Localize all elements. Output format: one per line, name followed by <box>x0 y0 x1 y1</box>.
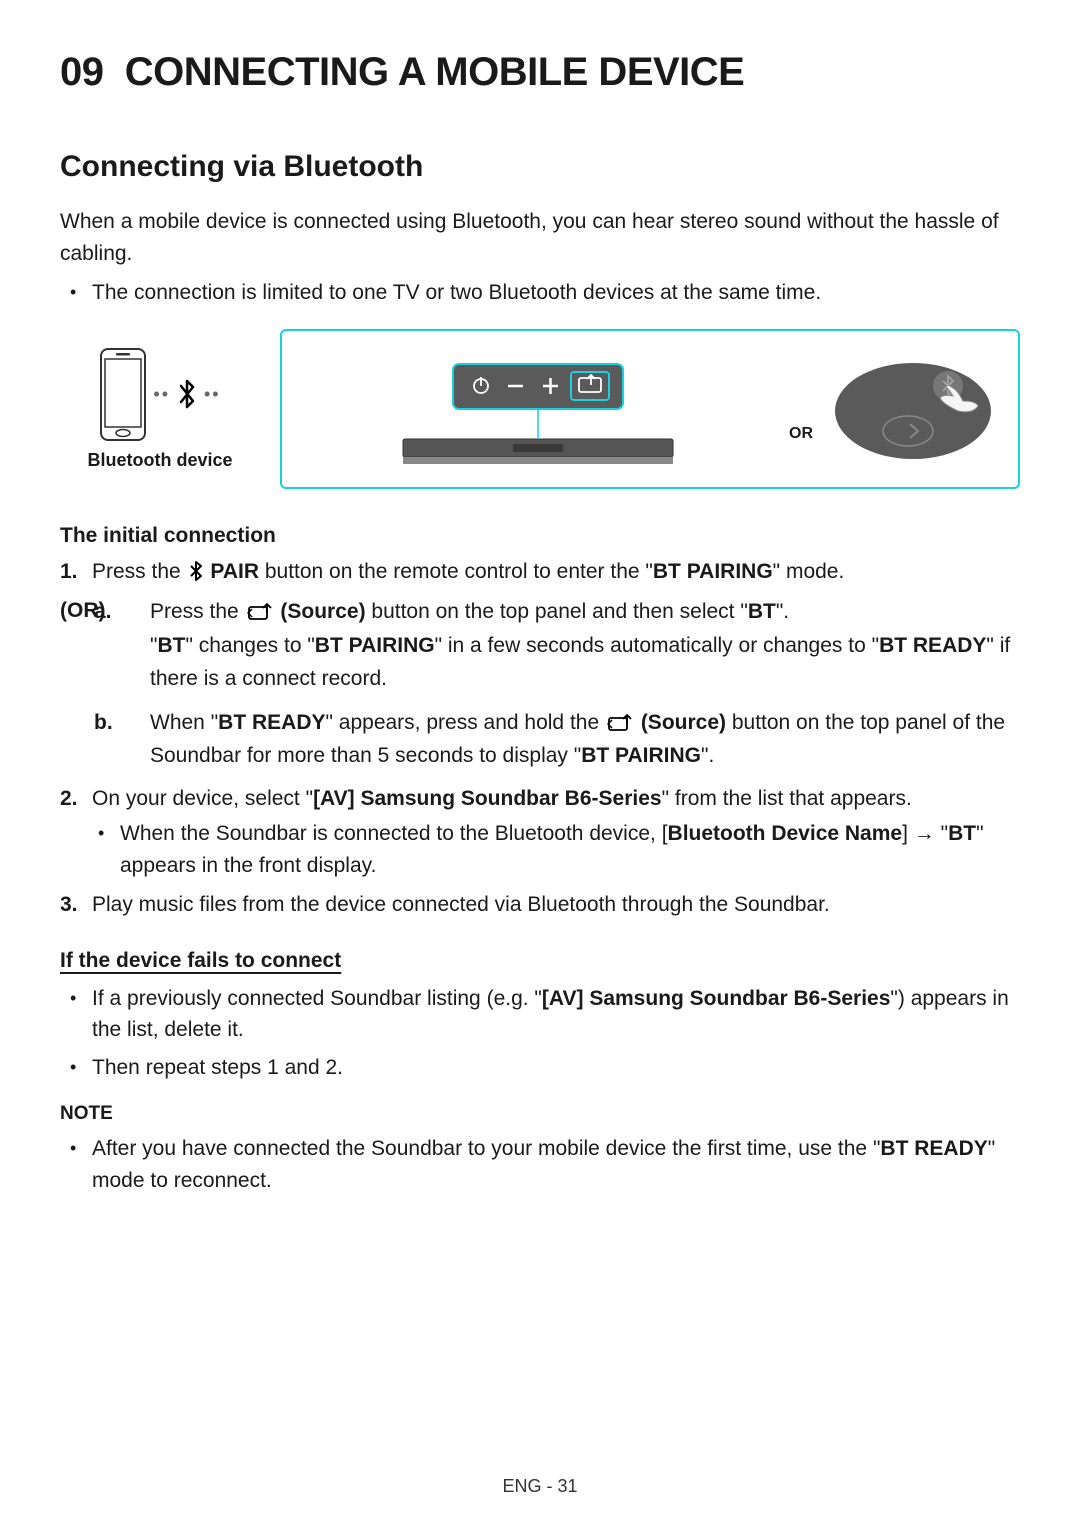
or-block: (OR) a. Press the (Source) button on the… <box>122 595 1020 773</box>
step-a: a. Press the (Source) button on the top … <box>122 595 1020 696</box>
step-3: 3. Play music files from the device conn… <box>92 889 1020 921</box>
bluetooth-icon <box>189 561 203 581</box>
connection-diagram: •• •• Bluetooth device <box>60 329 1020 489</box>
bluetooth-icon <box>176 379 198 409</box>
soundbar-illustration <box>393 354 683 474</box>
note-item-1: After you have connected the Soundbar to… <box>92 1133 1020 1196</box>
note-heading: NOTE <box>60 1103 1020 1125</box>
bt-device-label: Bluetooth device <box>60 450 260 471</box>
source-icon <box>607 714 633 732</box>
fails-item-1: If a previously connected Soundbar listi… <box>92 983 1020 1046</box>
step-b: b. When "BT READY" appears, press and ho… <box>122 706 1020 773</box>
step-1: 1. Press the PAIR button on the remote c… <box>92 556 1020 588</box>
signal-dots-right: •• <box>204 384 221 405</box>
page-title: 09 CONNECTING A MOBILE DEVICE <box>60 50 1020 95</box>
initial-connection-heading: The initial connection <box>60 524 1020 548</box>
phone-icon <box>99 347 147 442</box>
remote-illustration <box>828 356 998 466</box>
step-2-sub: When the Soundbar is connected to the Bl… <box>120 818 1020 881</box>
page-footer: ENG - 31 <box>0 1476 1080 1497</box>
intro-text: When a mobile device is connected using … <box>60 206 1020 269</box>
fails-heading: If the device fails to connect <box>60 949 1020 973</box>
section-heading: Connecting via Bluetooth <box>60 150 1020 184</box>
limit-note: The connection is limited to one TV or t… <box>92 277 1020 309</box>
soundbar-panel: OR <box>280 329 1020 489</box>
fails-item-2: Then repeat steps 1 and 2. <box>92 1052 1020 1084</box>
signal-dots-left: •• <box>153 384 170 405</box>
source-icon <box>247 603 273 621</box>
step-2: 2. On your device, select "[AV] Samsung … <box>92 783 1020 882</box>
or-label: OR <box>789 425 813 443</box>
